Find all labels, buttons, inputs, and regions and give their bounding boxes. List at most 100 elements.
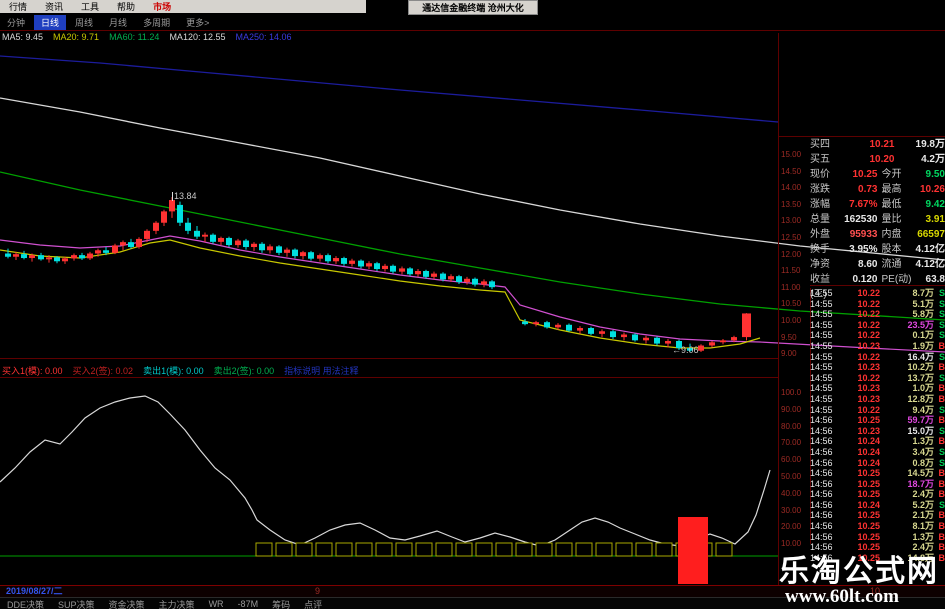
period-item-日线[interactable]: 日线 — [34, 14, 67, 30]
tick-volume: 16.4万 — [907, 351, 934, 362]
quote-label: 现价 — [810, 169, 830, 180]
signal-box — [255, 542, 273, 557]
menu-item-hot[interactable]: 市场 — [144, 0, 180, 13]
tick-row: 14:56 10.24 0.8万 S — [810, 458, 945, 469]
indicator-tick: 50.00 — [781, 472, 802, 481]
tick-volume: 12.8万 — [907, 393, 934, 404]
quote-value: 9.42 — [925, 199, 945, 210]
tick-row: 14:55 10.22 5.8万 S — [810, 309, 945, 320]
tick-flag: S — [938, 457, 945, 468]
tick-time: 14:55 — [810, 372, 833, 383]
quote-label: 最高 — [881, 184, 902, 195]
quote-label: 净资 — [810, 259, 830, 270]
tick-time: 14:55 — [810, 309, 833, 320]
status-tab-WR[interactable]: WR — [202, 599, 231, 609]
status-tab--87M[interactable]: -87M — [231, 599, 266, 609]
tick-time: 14:55 — [810, 404, 833, 415]
menu-item-工具[interactable]: 工具 — [72, 0, 108, 13]
quote-row: 外盘 95933 内盘 66597 — [810, 227, 945, 242]
watermark: 乐淘公式网 www.60lt.com — [779, 546, 939, 608]
tick-price: 10.24 — [857, 446, 880, 457]
status-tab-主力决策[interactable]: 主力决策 — [152, 598, 202, 609]
divider — [0, 377, 778, 378]
tick-flag: S — [938, 446, 945, 457]
indicator-param: 买入2(签): 0.02 — [72, 366, 134, 376]
tick-flag: B — [938, 531, 945, 542]
quote-label: 换手 — [810, 244, 830, 255]
period-item-分钟[interactable]: 分钟 — [0, 15, 32, 30]
menu-item-资讯[interactable]: 资讯 — [36, 0, 72, 13]
tick-price: 10.22 — [857, 298, 880, 309]
indicator-param: 买入1(模): 0.00 — [2, 366, 63, 376]
quote-row: 现价 10.25 今开 9.50 — [810, 167, 945, 182]
price-tick: 13.00 — [781, 216, 802, 226]
tick-volume: 10.2万 — [907, 362, 934, 373]
quote-label: 最低 — [881, 199, 902, 210]
bid-row[interactable]: 买五 10.20 4.2万 — [810, 152, 945, 167]
quote-value: 3.91 — [925, 214, 945, 225]
tick-flag: S — [938, 309, 945, 320]
tick-flag: B — [938, 521, 945, 532]
signal-box — [615, 542, 633, 557]
tick-volume: 0.1万 — [912, 330, 934, 341]
tick-volume: 1.3万 — [912, 531, 934, 542]
tick-volume: 8.7万 — [912, 288, 934, 298]
status-tab-DDE决策[interactable]: DDE决策 — [0, 598, 51, 609]
tick-volume: 8.1万 — [912, 521, 934, 532]
period-item-多周期[interactable]: 多周期 — [136, 15, 177, 30]
tick-price: 10.23 — [857, 425, 880, 436]
quote-label: 涨跌 — [810, 184, 830, 195]
price-tick: 12.50 — [781, 233, 802, 242]
tick-row: 14:56 10.23 15.0万 S — [810, 426, 945, 437]
bid-price: 10.21 — [869, 139, 895, 150]
tick-volume: 23.5万 — [907, 319, 934, 330]
quote-value: 95933 — [849, 229, 878, 240]
menu-item-帮助[interactable]: 帮助 — [108, 0, 144, 13]
x-axis-label: 9 — [315, 586, 321, 596]
tick-price: 10.22 — [857, 372, 880, 383]
price-tick: 15.00 — [781, 150, 802, 159]
period-item-更多>[interactable]: 更多> — [179, 15, 216, 30]
tick-time: 14:56 — [810, 415, 833, 426]
status-tab-点评[interactable]: 点评 — [297, 598, 329, 609]
signal-box — [475, 542, 493, 557]
current-date-label: 2019/08/27/二 — [6, 586, 63, 596]
price-tick: 10.50 — [781, 299, 802, 309]
tick-flag: B — [938, 436, 945, 447]
tick-flag: S — [938, 499, 945, 510]
tick-volume: 13.7万 — [907, 372, 934, 383]
tick-price: 10.22 — [857, 330, 880, 341]
status-tab-SUP决策[interactable]: SUP决策 — [51, 598, 102, 609]
ma-label: MA20: 9.71 — [53, 32, 100, 42]
tick-price: 10.25 — [857, 478, 880, 489]
bid-price: 10.20 — [869, 154, 895, 165]
quote-value: 66597 — [917, 229, 945, 240]
tick-row: 14:55 10.22 23.5万 S — [810, 320, 945, 331]
tick-time: 14:55 — [810, 340, 833, 351]
quote-row: 涨幅 7.67% 最低 9.42 — [810, 197, 945, 212]
tick-time: 14:56 — [810, 446, 833, 457]
period-item-月线[interactable]: 月线 — [102, 15, 134, 30]
period-item-周线[interactable]: 周线 — [68, 15, 100, 30]
price-tick: 12.00 — [781, 249, 802, 259]
signal-box — [355, 542, 373, 557]
tick-row: 14:56 10.25 8.1万 B — [810, 521, 945, 532]
quote-value: 0.120 — [852, 274, 878, 285]
indicator-tick: 80.00 — [781, 421, 802, 431]
tick-list[interactable]: 14:55 10.22 8.7万 S 14:55 10.22 5.1万 S 14:55 10.22… — [810, 288, 945, 563]
bid-volume: 19.8万 — [915, 139, 945, 150]
bid-row[interactable]: 买四 10.21 19.8万 — [810, 137, 945, 152]
tick-price: 10.23 — [857, 383, 880, 394]
quote-label: 量比 — [881, 214, 902, 225]
indicator-tick: 30.00 — [781, 505, 802, 515]
tick-price: 10.25 — [857, 468, 880, 479]
tick-row: 14:56 10.24 5.2万 S — [810, 500, 945, 511]
tick-time: 14:56 — [810, 457, 833, 468]
menu-item-行情[interactable]: 行情 — [0, 0, 36, 13]
tick-time: 14:56 — [810, 478, 833, 489]
quote-value: 7.67% — [849, 199, 878, 210]
status-tab-筹码[interactable]: 筹码 — [265, 598, 297, 609]
tick-time: 14:56 — [810, 436, 833, 447]
status-tab-资金决策[interactable]: 资金决策 — [102, 598, 152, 609]
signal-box — [415, 542, 433, 557]
